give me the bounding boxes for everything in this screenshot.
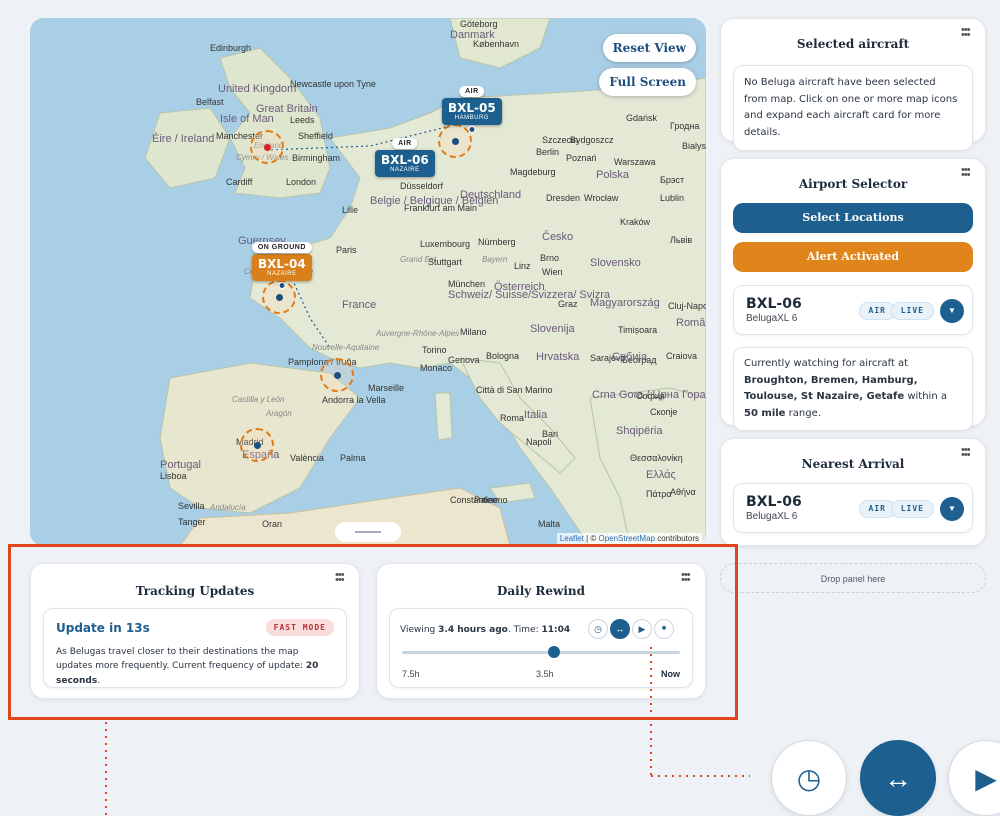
clock-icon[interactable]: ◷ bbox=[771, 740, 847, 816]
arrows-horizontal-icon[interactable]: ↔ bbox=[860, 740, 936, 816]
callout-lines bbox=[105, 647, 750, 816]
